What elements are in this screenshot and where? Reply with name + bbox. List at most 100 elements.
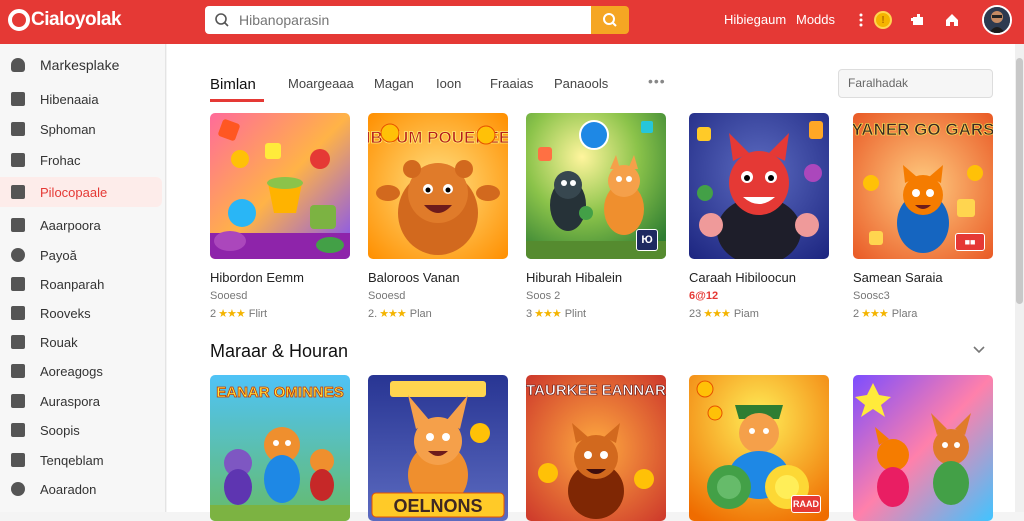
- scrollbar-thumb[interactable]: [1016, 58, 1023, 304]
- star-icon: ★★★: [534, 308, 562, 320]
- game-rating: 2 ★★★ Plara: [853, 307, 993, 321]
- tab-5[interactable]: Fraaias: [490, 76, 533, 91]
- thumbnail-text: YANER GO GARS: [853, 120, 993, 139]
- logo-text: Cialoyolak: [31, 9, 122, 30]
- sidebar-item-label: Hibenaaia: [40, 91, 99, 107]
- sidebar-item-8[interactable]: Roanparah: [0, 269, 162, 299]
- game-card[interactable]: RAAD: [689, 375, 829, 521]
- sidebar-item-label: Sphoman: [40, 121, 96, 137]
- puzzle-icon[interactable]: [907, 9, 929, 31]
- sidebar-item-10[interactable]: Rouak: [0, 327, 162, 357]
- game-rating: 3 ★★★ Plint: [526, 307, 666, 321]
- game-subtitle: Soos 2: [526, 290, 561, 302]
- tab-1[interactable]: Bimlan: [210, 76, 256, 93]
- sidebar-item-7[interactable]: Payoă: [0, 240, 162, 270]
- game-card[interactable]: HIBOUM POUEREEN Baloroos Vanan Sooesd 2.…: [368, 113, 508, 320]
- game-card[interactable]: OELNONS: [368, 375, 508, 521]
- rating-label: Plan: [409, 307, 432, 320]
- game-subtitle: Sooesd: [368, 290, 406, 302]
- game-card[interactable]: Ю Hiburah Hibalein Soos 2 3 ★★★ Plint: [526, 113, 666, 320]
- game-rating: 2. ★★★ Plan: [368, 307, 508, 321]
- game-thumbnail: [853, 375, 993, 521]
- game-thumbnail: HIBOUM POUEREEN: [368, 113, 508, 259]
- game-card[interactable]: EANAR OMINNES: [210, 375, 350, 521]
- search-input[interactable]: [239, 12, 579, 28]
- sidebar-item-12[interactable]: Auraspora: [0, 386, 162, 416]
- tab-3[interactable]: Magan: [374, 76, 414, 91]
- sidebar-item-marketplace[interactable]: Markesplake: [0, 50, 162, 80]
- star-icon: ★★★: [379, 308, 407, 320]
- logo-mark-icon: [8, 9, 30, 31]
- header-link-1[interactable]: Hibiegaum: [724, 12, 786, 27]
- search-button[interactable]: [591, 6, 629, 34]
- game-card[interactable]: YANER GO GARS ■■ Samean Saraia Soosc3 2 ★…: [853, 113, 993, 320]
- game-badge: Ю: [636, 229, 658, 251]
- game-card[interactable]: TAURKEE EANNAR: [526, 375, 666, 521]
- sidebar-item-2[interactable]: Hibenaaia: [0, 84, 162, 114]
- top-bar: Cialoyolak Hibiegaum Modds !: [0, 0, 1024, 44]
- thumbnail-text: TAURKEE EANNAR: [526, 382, 666, 399]
- sidebar-item-label: Auraspora: [40, 393, 100, 409]
- scrollbar[interactable]: [1015, 44, 1024, 512]
- header-link-2[interactable]: Modds: [796, 12, 835, 27]
- sidebar-item-label: Rooveks: [40, 305, 91, 321]
- rating-label: Plara: [891, 307, 918, 320]
- document-icon: [11, 218, 25, 232]
- star-icon: ★★★: [218, 308, 246, 320]
- sidebar-item-14[interactable]: Tenqeblam: [0, 445, 162, 475]
- user-avatar[interactable]: [982, 5, 1012, 35]
- sidebar-item-15[interactable]: Aoaradon: [0, 474, 162, 504]
- more-tabs-icon[interactable]: •••: [648, 73, 666, 89]
- search-icon: [603, 13, 617, 27]
- tab-4[interactable]: Ioon: [436, 76, 461, 91]
- sidebar-item-4[interactable]: Frohac: [0, 145, 162, 175]
- game-thumbnail: OELNONS: [368, 375, 508, 521]
- sidebar-item-9[interactable]: Rooveks: [0, 298, 162, 328]
- app-logo[interactable]: Cialoyolak: [8, 6, 122, 34]
- game-card[interactable]: Hibordon Eemm Sooesd 2 ★★★ Flirt: [210, 113, 350, 320]
- sidebar-item-label: Aoaradon: [40, 481, 97, 497]
- chevron-down-icon[interactable]: [972, 342, 986, 358]
- sidebar-item-label: Soopis: [40, 422, 80, 438]
- sidebar-item-label: Rouak: [40, 334, 78, 350]
- tab-2[interactable]: Moargeaaa: [288, 76, 354, 91]
- envelope-icon: [11, 277, 25, 291]
- rating-value: 2.: [368, 307, 378, 320]
- sidebar-item-6[interactable]: Aaarpoora: [0, 210, 162, 240]
- more-vertical-icon[interactable]: [850, 9, 872, 31]
- rating-label: Piam: [733, 307, 759, 320]
- filter-input[interactable]: Faralhadak: [838, 69, 993, 98]
- sidebar-item-label: Aoreagogs: [40, 363, 103, 379]
- game-badge: ■■: [955, 233, 985, 251]
- coin-badge: !: [874, 11, 892, 29]
- search-bar: [205, 6, 591, 34]
- sidebar: Markesplake Hibenaaia Sphoman Frohac Pil…: [0, 44, 166, 512]
- pin-icon: [11, 248, 25, 262]
- thumbnail-text: EANAR OMINNES: [216, 384, 344, 401]
- rating-value: 23: [689, 307, 702, 320]
- bag-icon: [11, 335, 25, 349]
- sidebar-item-5-active[interactable]: Pilocopaale: [0, 177, 162, 207]
- sidebar-item-label: Pilocopaale: [40, 184, 108, 200]
- tab-6[interactable]: Panaools: [554, 76, 608, 91]
- sidebar-item-11[interactable]: Aoreagogs: [0, 356, 162, 386]
- game-thumbnail: Ю: [526, 113, 666, 259]
- game-badge: RAAD: [791, 495, 821, 513]
- game-thumbnail: [210, 113, 350, 259]
- sidebar-item-13[interactable]: Soopis: [0, 415, 162, 445]
- game-rating: 2 ★★★ Flirt: [210, 307, 350, 321]
- game-thumbnail: TAURKEE EANNAR: [526, 375, 666, 521]
- camera-icon: [11, 153, 25, 167]
- main-content: Bimlan Moargeaaa Magan Ioon Fraaias Pana…: [167, 44, 1015, 521]
- thumbnail-text: OELNONS: [393, 496, 482, 516]
- edit-icon: [11, 453, 25, 467]
- game-card[interactable]: [853, 375, 993, 521]
- game-card[interactable]: Caraah Hibiloocun 6@12 23 ★★★ Piam: [689, 113, 829, 320]
- game-thumbnail: EANAR OMINNES: [210, 375, 350, 521]
- tablet-icon: [11, 423, 25, 437]
- home-icon[interactable]: [941, 9, 963, 31]
- sidebar-item-3[interactable]: Sphoman: [0, 114, 162, 144]
- coins-icon[interactable]: !: [872, 9, 894, 31]
- game-subtitle: Sooesd: [210, 290, 248, 302]
- game-title: Hiburah Hibalein: [526, 270, 623, 285]
